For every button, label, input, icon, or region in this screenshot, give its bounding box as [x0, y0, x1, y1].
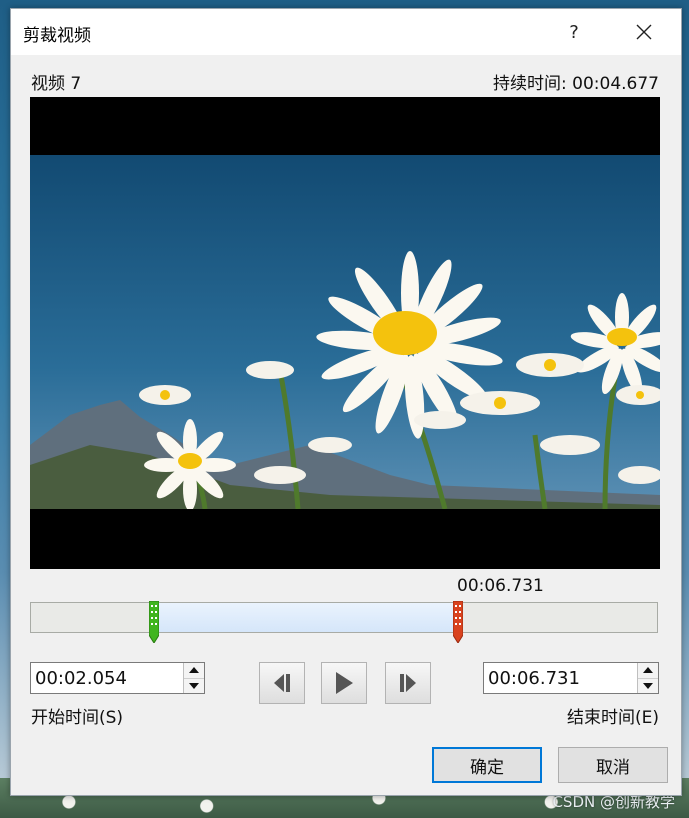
end-time-up-button[interactable]	[638, 663, 658, 679]
video-name: 视频 7	[31, 74, 82, 94]
next-frame-icon	[400, 674, 416, 692]
spin-up-icon	[189, 667, 199, 674]
dialog-title: 剪裁视频	[23, 26, 91, 46]
start-time-down-button[interactable]	[184, 678, 204, 693]
help-icon: ?	[569, 21, 579, 43]
ok-button[interactable]: 确定	[432, 747, 542, 783]
spin-down-icon	[189, 682, 199, 689]
start-time-input[interactable]	[31, 663, 184, 693]
help-button[interactable]: ?	[551, 9, 597, 55]
end-time-field	[483, 662, 659, 694]
previous-frame-icon	[274, 674, 290, 692]
end-time-input[interactable]	[484, 663, 637, 693]
start-time-spinner	[183, 663, 204, 693]
video-preview[interactable]	[30, 97, 660, 569]
play-icon	[336, 672, 353, 694]
end-trim-handle[interactable]	[452, 601, 463, 643]
previous-frame-button[interactable]	[259, 662, 305, 704]
duration-text: 持续时间: 00:04.677	[493, 74, 659, 94]
trim-video-dialog: 剪裁视频 ? 视频 7 持续时间: 00:04.677 00:06.731 00…	[10, 8, 682, 796]
end-time-down-button[interactable]	[638, 678, 658, 693]
close-icon	[636, 24, 652, 40]
trim-timeline[interactable]	[30, 601, 658, 643]
close-button[interactable]	[621, 9, 667, 55]
start-trim-handle[interactable]	[149, 601, 160, 643]
start-time-label: 开始时间(S)	[31, 708, 124, 728]
trim-selection-range	[154, 603, 458, 632]
video-frame-image	[30, 155, 660, 509]
cancel-button[interactable]: 取消	[558, 747, 668, 783]
end-marker-time: 00:06.731	[457, 576, 544, 596]
next-frame-button[interactable]	[385, 662, 431, 704]
end-time-spinner	[637, 663, 658, 693]
start-time-field	[30, 662, 205, 694]
end-time-label: 结束时间(E)	[566, 708, 659, 728]
start-time-up-button[interactable]	[184, 663, 204, 679]
play-button[interactable]	[321, 662, 367, 704]
spin-down-icon	[643, 682, 653, 689]
title-bar: 剪裁视频 ?	[11, 9, 681, 55]
spin-up-icon	[643, 667, 653, 674]
